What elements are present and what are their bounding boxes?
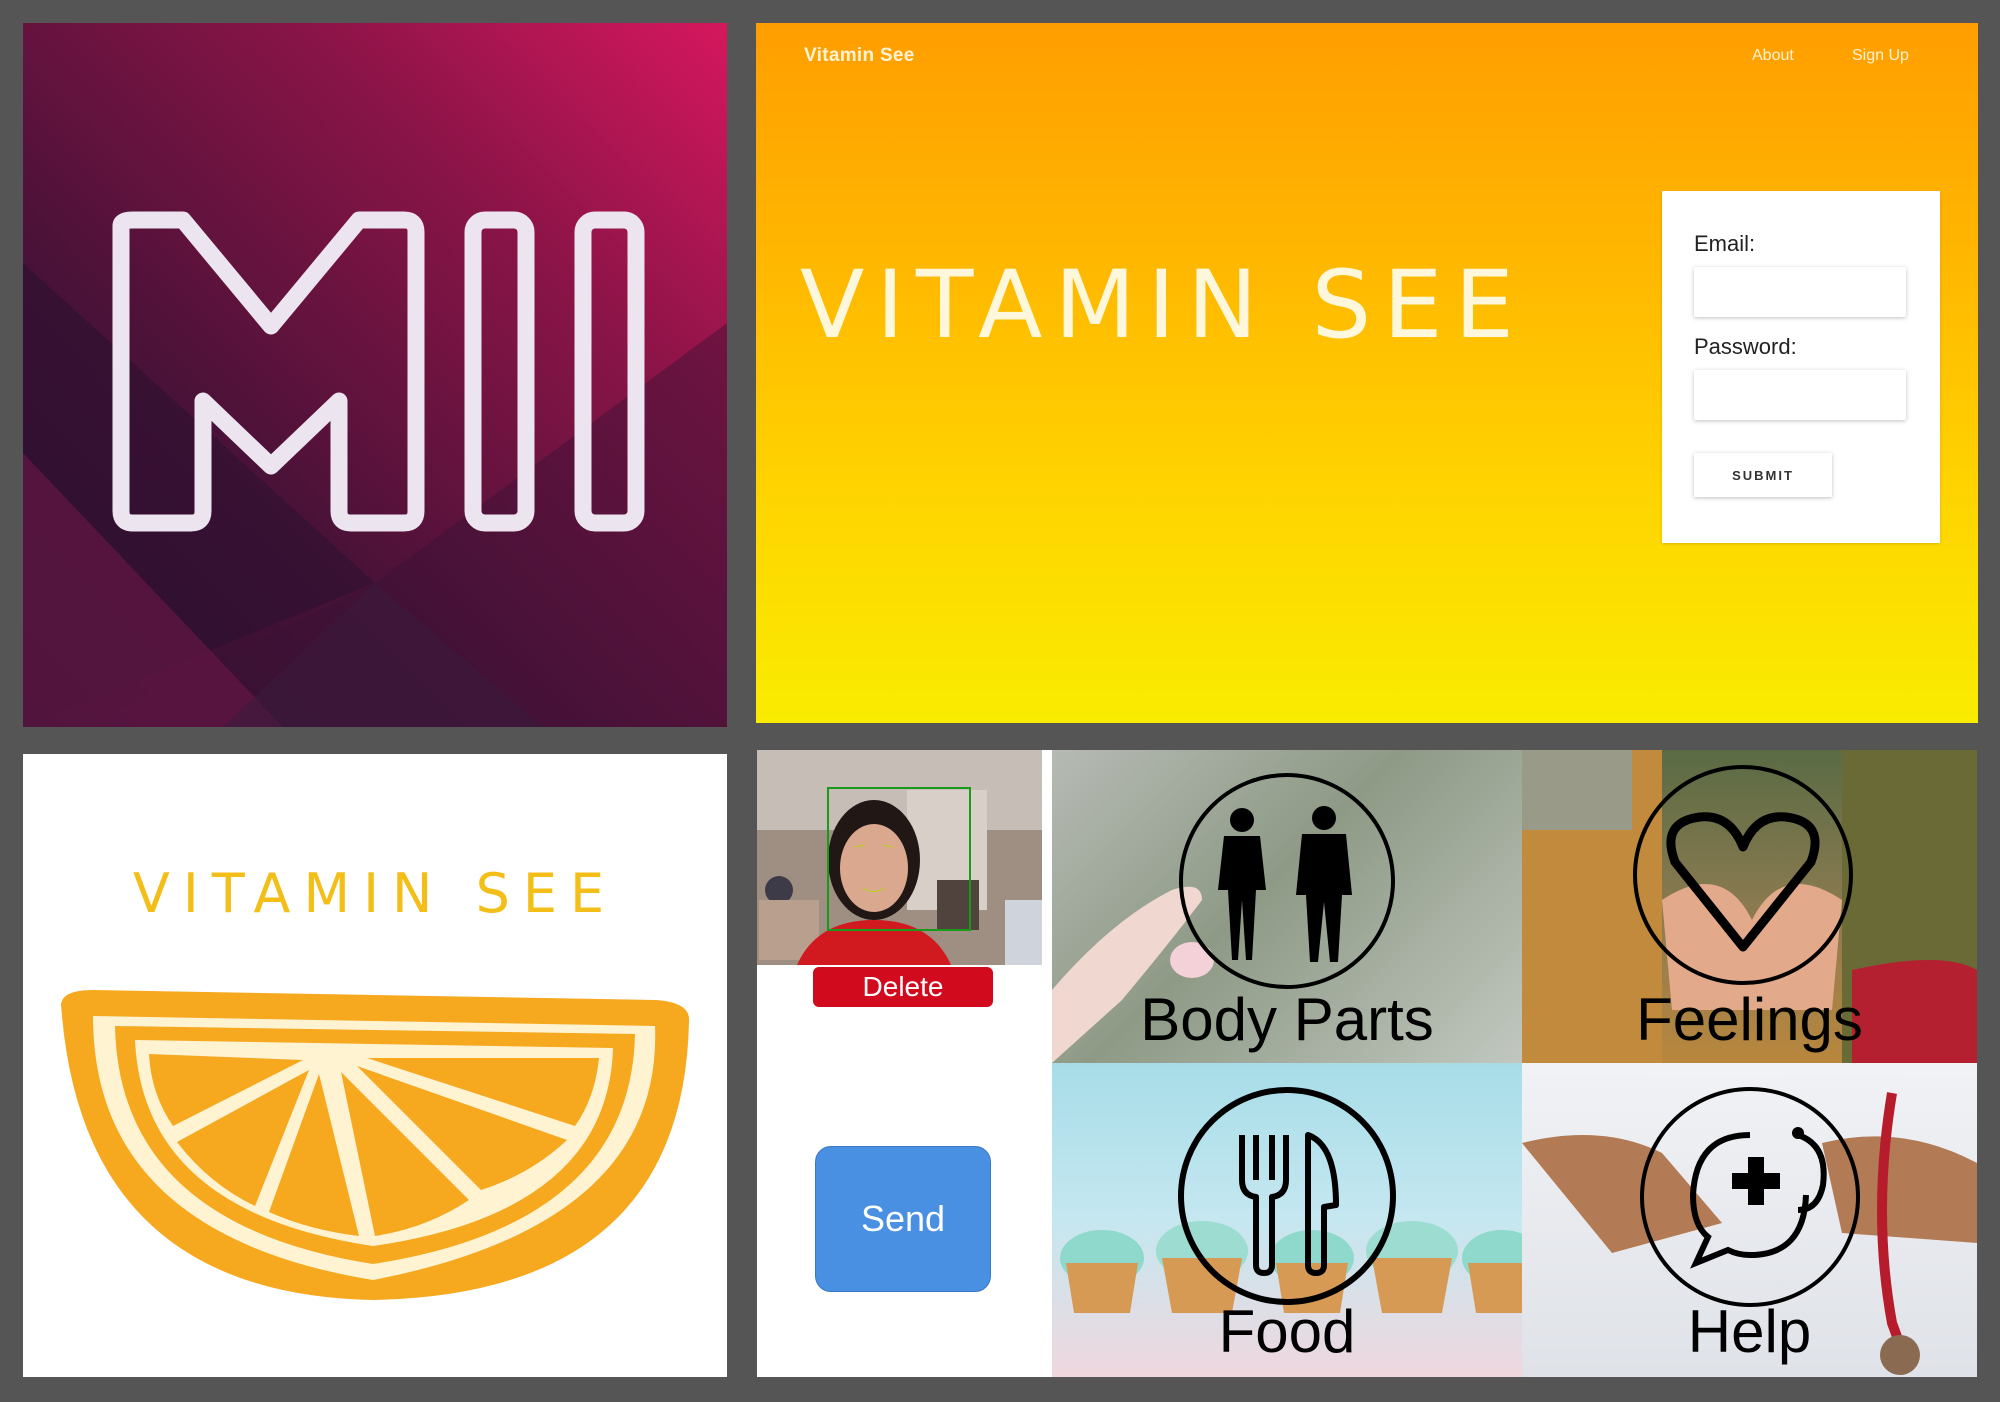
category-tile-help[interactable]: Help [1522, 1063, 1977, 1377]
landing-page-panel: Vitamin See About Sign Up VITAMIN SEE Em… [756, 23, 1978, 723]
email-label: Email: [1694, 231, 1756, 256]
body-figures-icon [1179, 773, 1395, 989]
fork-knife-icon [1178, 1087, 1396, 1305]
heart-icon [1633, 765, 1853, 985]
category-label: Food [1218, 1298, 1356, 1365]
category-label: Help [1687, 1298, 1812, 1365]
nav-signup-link[interactable]: Sign Up [1852, 47, 1909, 65]
submit-button[interactable]: SUBMIT [1694, 453, 1832, 497]
category-label: Feelings [1636, 986, 1863, 1053]
webcam-feed [757, 750, 1042, 965]
vitamin-see-logo-panel: VITAMIN SEE [23, 754, 727, 1377]
password-label: Password: [1694, 334, 1797, 359]
mii-logo-icon [112, 211, 645, 532]
login-form: Email: Password: SUBMIT [1662, 191, 1940, 543]
nav-about-link[interactable]: About [1752, 47, 1794, 65]
password-field[interactable] [1694, 370, 1906, 420]
send-button[interactable]: Send [815, 1146, 991, 1292]
brand-link[interactable]: Vitamin See [804, 45, 915, 67]
category-tile-feelings[interactable]: Feelings [1522, 750, 1977, 1063]
category-label: Body Parts [1140, 986, 1434, 1053]
mii-logo-panel [23, 23, 727, 727]
delete-button[interactable]: Delete [813, 967, 993, 1007]
category-tile-food[interactable]: Food [1052, 1063, 1522, 1377]
email-field[interactable] [1694, 267, 1906, 317]
category-tile-body-parts[interactable]: Body Parts [1052, 750, 1522, 1063]
app-screen-panel: Delete Send Body Parts Feelings Food Hel… [757, 750, 1977, 1377]
orange-slice-icon [61, 990, 690, 1300]
medical-chat-icon [1640, 1087, 1860, 1307]
hero-title: VITAMIN SEE [800, 251, 1526, 360]
